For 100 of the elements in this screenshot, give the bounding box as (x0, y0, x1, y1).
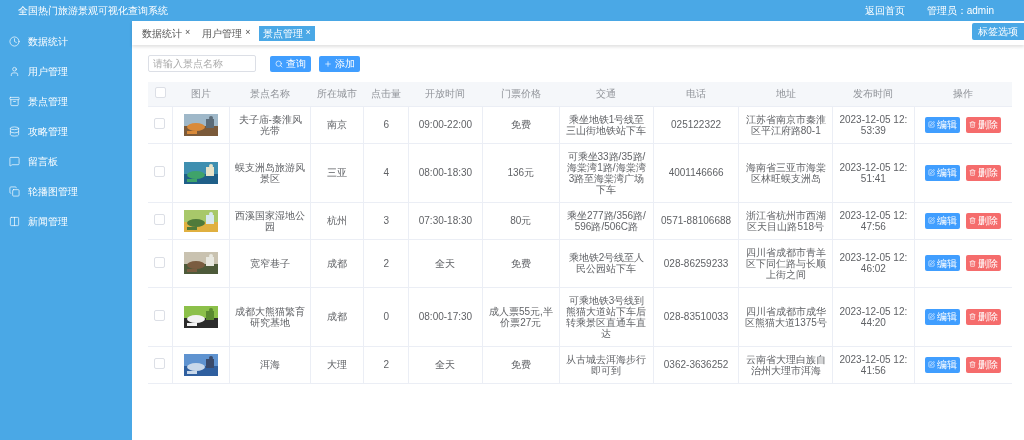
table-cell: 杭州 (311, 202, 364, 239)
table-cell: 浙江省杭州市西湖区天目山路518号 (738, 202, 833, 239)
sidebar-item[interactable]: 新闻管理 (0, 206, 132, 236)
trash-icon (969, 121, 977, 128)
close-icon[interactable]: × (305, 26, 311, 40)
plus-icon (324, 59, 332, 68)
column-header: 门票价格 (482, 82, 560, 106)
table-cell: 4 (363, 143, 409, 202)
edit-button[interactable]: 编辑 (925, 212, 961, 229)
table-cell: 四川省成都市成华区熊猫大道1375号 (738, 287, 833, 346)
table-cell: 可乘地铁3号线到熊猫大道站下车后转乘景区直通车直达 (559, 287, 654, 346)
table-cell: 宽窄巷子 (229, 239, 311, 287)
edit-icon (928, 361, 936, 368)
table-cell: 三亚 (311, 143, 364, 202)
table-cell: 4001146666 (653, 143, 739, 202)
table-cell: 80元 (482, 202, 560, 239)
delete-button[interactable]: 删除 (966, 164, 1002, 181)
table-cell: 028-83510033 (653, 287, 739, 346)
table-cell: 0362-3636252 (653, 346, 739, 383)
edit-button[interactable]: 编辑 (925, 164, 961, 181)
table-cell: 2023-12-05 12:51:41 (832, 143, 915, 202)
table-cell: 乘坐277路/356路/596路/506C路 (559, 202, 654, 239)
sidebar-item[interactable]: 用户管理 (0, 56, 132, 86)
table-cell: 08:00-18:30 (408, 143, 483, 202)
table-cell: 洱海 (229, 346, 311, 383)
table-cell: 海南省三亚市海棠区林旺蜈支洲岛 (738, 143, 833, 202)
tab[interactable]: 景点管理 × (258, 25, 315, 41)
checkbox[interactable] (154, 118, 166, 129)
table-cell: 免费 (482, 346, 560, 383)
delete-button[interactable]: 删除 (966, 356, 1002, 373)
table-cell: 全天 (408, 239, 483, 287)
header-link[interactable]: 返回首页 (864, 3, 905, 18)
edit-icon (928, 217, 936, 224)
message-icon (9, 155, 20, 167)
columns-icon (9, 215, 20, 227)
add-button[interactable]: 添加 (319, 55, 360, 72)
edit-button[interactable]: 编辑 (925, 356, 961, 373)
trash-icon (969, 217, 977, 224)
edit-icon (928, 259, 936, 267)
sidebar-item[interactable]: 数据统计 (0, 26, 132, 56)
checkbox[interactable] (154, 358, 166, 369)
table-cell: 028-86259233 (653, 239, 739, 287)
column-header: 图片 (172, 82, 230, 106)
sidebar-item[interactable]: 景点管理 (0, 86, 132, 116)
column-header: 点击量 (363, 82, 409, 106)
checkbox[interactable] (154, 87, 166, 99)
table-cell: 3 (363, 202, 409, 239)
checkbox[interactable] (154, 166, 166, 177)
delete-button[interactable]: 删除 (966, 308, 1002, 325)
delete-button[interactable]: 删除 (966, 255, 1002, 271)
header-link[interactable]: 管理员：admin (926, 3, 994, 18)
column-header: 发布时间 (832, 82, 915, 106)
trash-icon (969, 259, 977, 267)
tab-options-button[interactable]: 标签选项 (972, 23, 1024, 40)
edit-button[interactable]: 编辑 (925, 308, 961, 325)
table-cell: 2023-12-05 12:44:20 (832, 287, 915, 346)
table-cell: 6 (363, 106, 409, 143)
trash-icon (969, 169, 977, 176)
edit-button[interactable]: 编辑 (925, 255, 961, 271)
checkbox[interactable] (154, 310, 166, 321)
table-cell: 08:00-17:30 (408, 287, 483, 346)
edit-icon (928, 169, 936, 176)
sidebar-item[interactable]: 轮播图管理 (0, 176, 132, 206)
column-header: 电话 (653, 82, 739, 106)
table-cell: 2 (363, 346, 409, 383)
search-button[interactable]: 查询 (270, 55, 311, 72)
close-icon[interactable]: × (185, 26, 191, 40)
edit-button[interactable]: 编辑 (925, 116, 961, 133)
copy-icon (9, 185, 20, 197)
column-header: 操作 (914, 82, 1012, 106)
column-header: 地址 (738, 82, 833, 106)
column-header: 所在城市 (311, 82, 364, 106)
close-icon[interactable]: × (245, 26, 251, 40)
clock-icon (9, 35, 20, 47)
box-icon (9, 95, 20, 107)
checkbox[interactable] (154, 256, 166, 268)
table-cell: 可乘坐33路/35路/海棠湾1路/海棠湾3路至海棠湾广场下车 (559, 143, 654, 202)
column-header: 开放时间 (408, 82, 483, 106)
table-cell: 全天 (408, 346, 483, 383)
table-cell: 从古城去洱海步行即可到 (559, 346, 654, 383)
column-header: 景点名称 (229, 82, 311, 106)
table-cell: 江苏省南京市秦淮区平江府路80-1 (738, 106, 833, 143)
sidebar-item[interactable]: 攻略管理 (0, 116, 132, 146)
table-cell: 西溪国家湿地公园 (229, 202, 311, 239)
sidebar-item[interactable]: 留言板 (0, 146, 132, 176)
delete-button[interactable]: 删除 (966, 116, 1002, 133)
table-cell: 07:30-18:30 (408, 202, 483, 239)
search-icon (275, 59, 283, 68)
table-cell: 2023-12-05 12:46:02 (832, 239, 915, 287)
table-cell: 成都 (311, 287, 364, 346)
table-cell: 0571-88106688 (653, 202, 739, 239)
table-cell: 0 (363, 287, 409, 346)
trash-icon (969, 313, 977, 320)
delete-button[interactable]: 删除 (966, 212, 1002, 229)
table-cell: 2 (363, 239, 409, 287)
table-cell: 乘地铁2号线至人民公园站下车 (559, 239, 654, 287)
table-cell: 夫子庙-秦淮风光带 (229, 106, 311, 143)
checkbox[interactable] (154, 214, 166, 225)
table-cell: 免费 (482, 106, 560, 143)
search-field[interactable]: 请输入景点名称 (148, 55, 256, 72)
